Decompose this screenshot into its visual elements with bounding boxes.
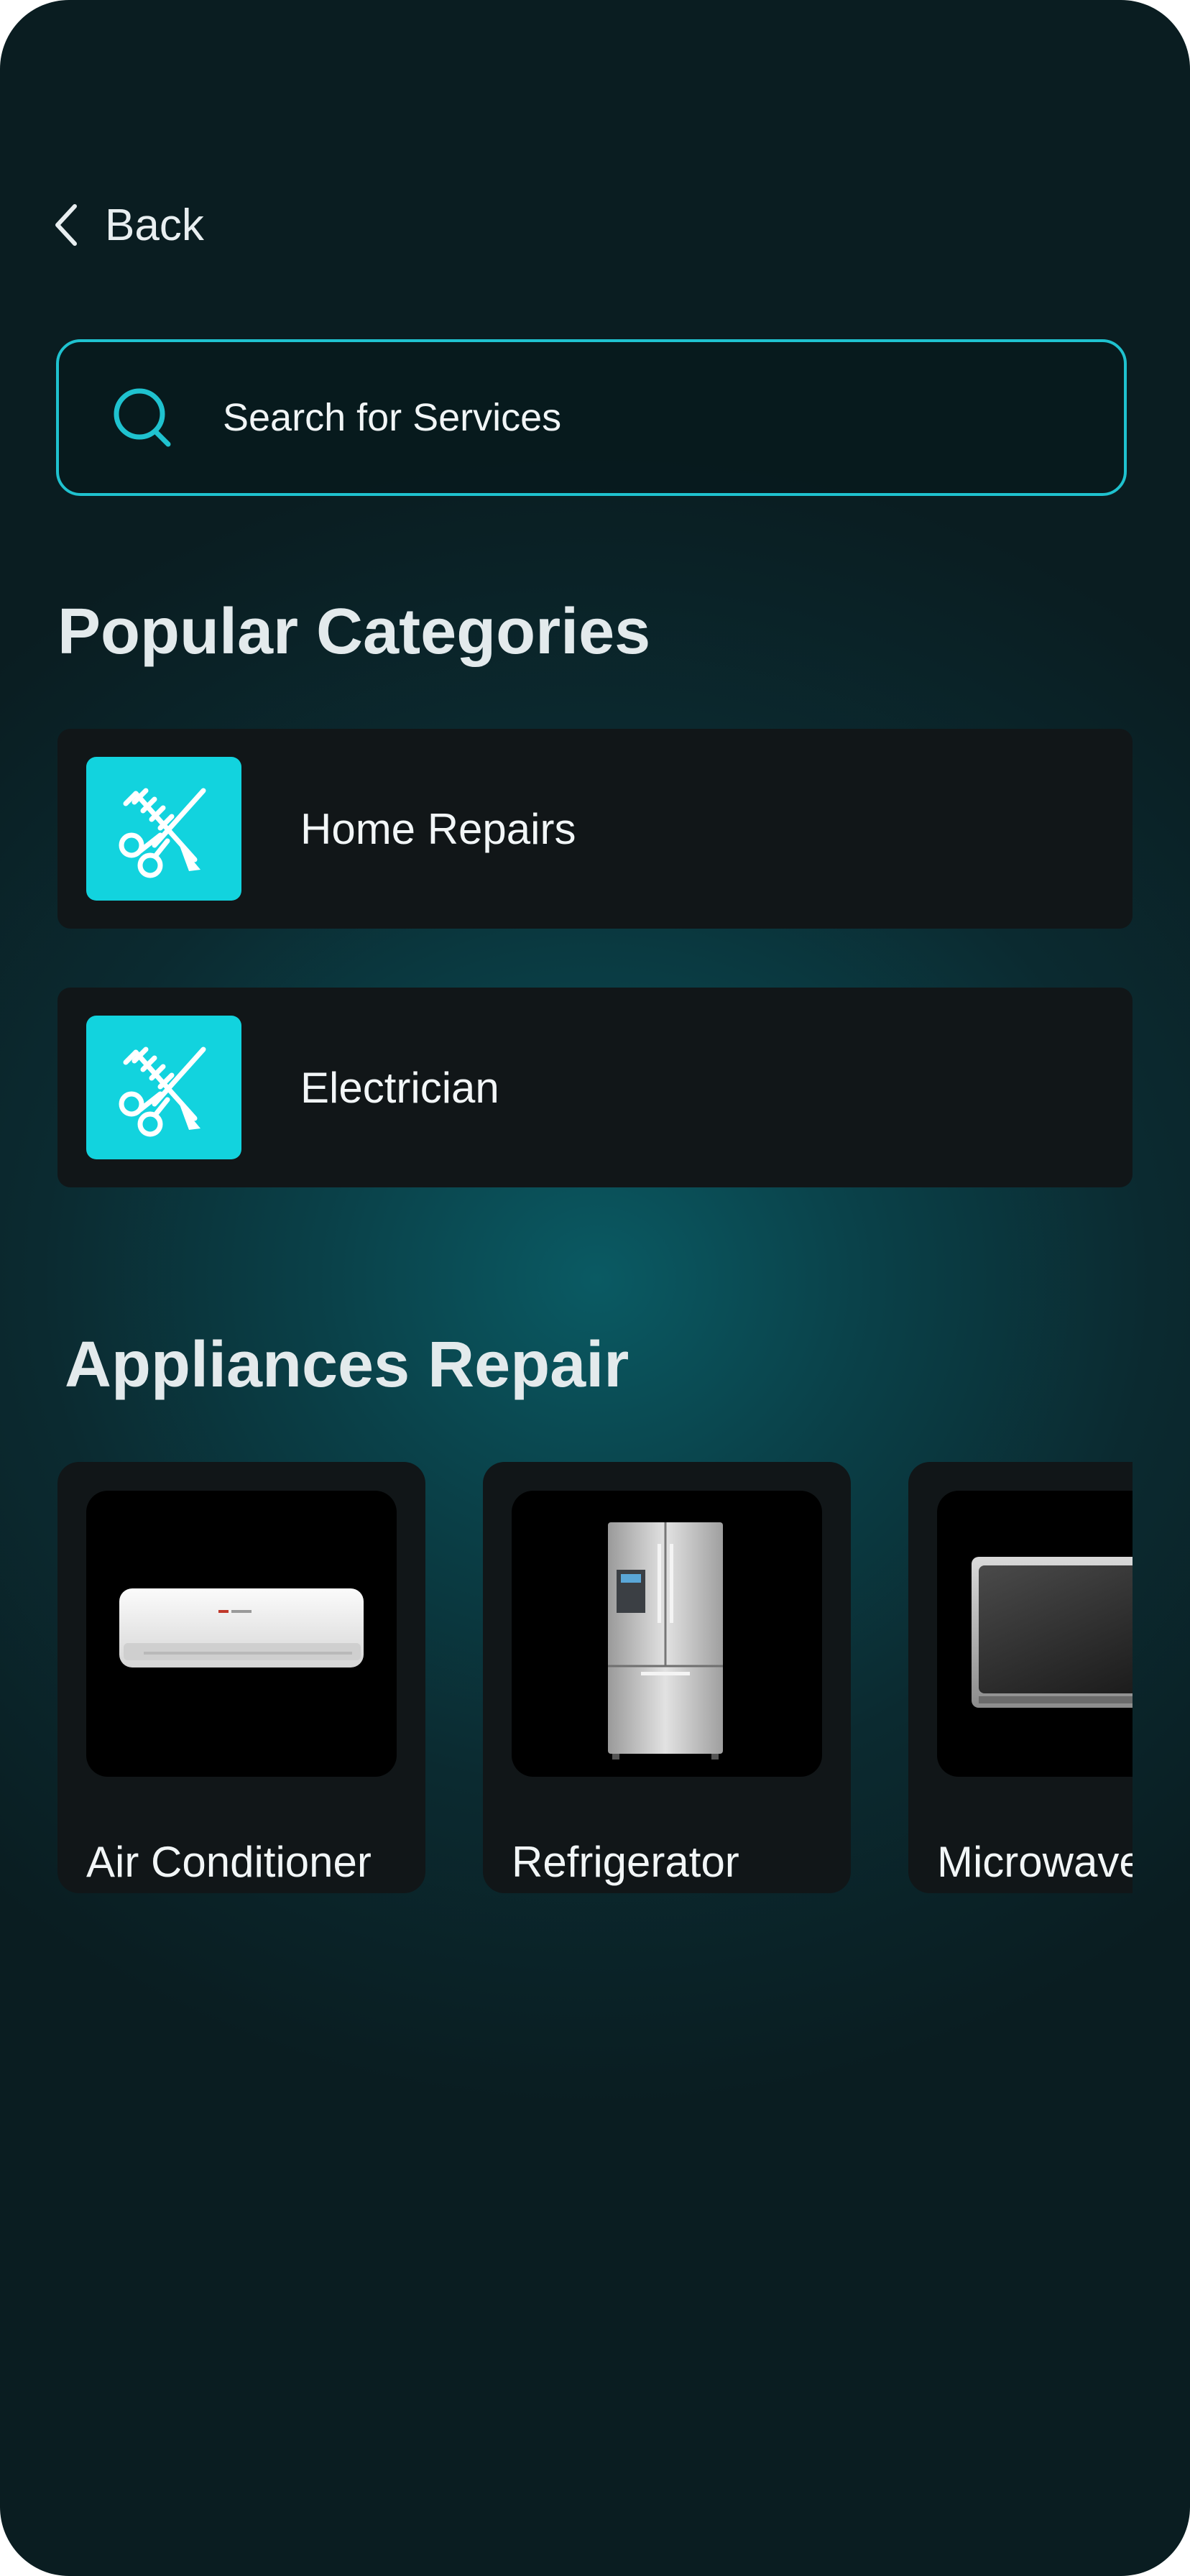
- category-label: Home Repairs: [300, 804, 576, 853]
- air-conditioner-image: [86, 1491, 397, 1777]
- appliance-card-refrigerator[interactable]: Refrigerator: [483, 1462, 851, 1893]
- category-electrician[interactable]: Electrician: [57, 988, 1133, 1187]
- search-input[interactable]: [221, 395, 1015, 441]
- appliance-label: Microwave: [937, 1838, 1133, 1886]
- category-icon-tile: [86, 1016, 241, 1159]
- search-bar[interactable]: [56, 339, 1127, 496]
- microwave-image: [937, 1491, 1133, 1777]
- chevron-left-icon: [55, 204, 77, 246]
- appliance-card-air-conditioner[interactable]: Air Conditioner: [57, 1462, 425, 1893]
- appliance-label: Refrigerator: [512, 1838, 739, 1886]
- scissors-comb-icon: [119, 788, 206, 878]
- back-button[interactable]: Back: [52, 194, 204, 256]
- scissors-comb-icon: [119, 1046, 206, 1137]
- refrigerator-image: [512, 1491, 822, 1777]
- appliances-repair-title: Appliances Repair: [65, 1329, 629, 1401]
- category-icon-tile: [86, 757, 241, 901]
- popular-categories-title: Popular Categories: [57, 596, 651, 668]
- appliances-carousel[interactable]: Air Conditioner Refrigerator Microwave: [57, 1462, 1133, 1893]
- appliance-card-microwave[interactable]: Microwave: [908, 1462, 1133, 1893]
- category-label: Electrician: [300, 1063, 499, 1112]
- search-icon: [114, 388, 171, 447]
- category-home-repairs[interactable]: Home Repairs: [57, 729, 1133, 929]
- app-screen: Back Popular Categories Home Repa: [0, 0, 1190, 2576]
- appliance-label: Air Conditioner: [86, 1838, 372, 1886]
- back-label: Back: [105, 200, 204, 250]
